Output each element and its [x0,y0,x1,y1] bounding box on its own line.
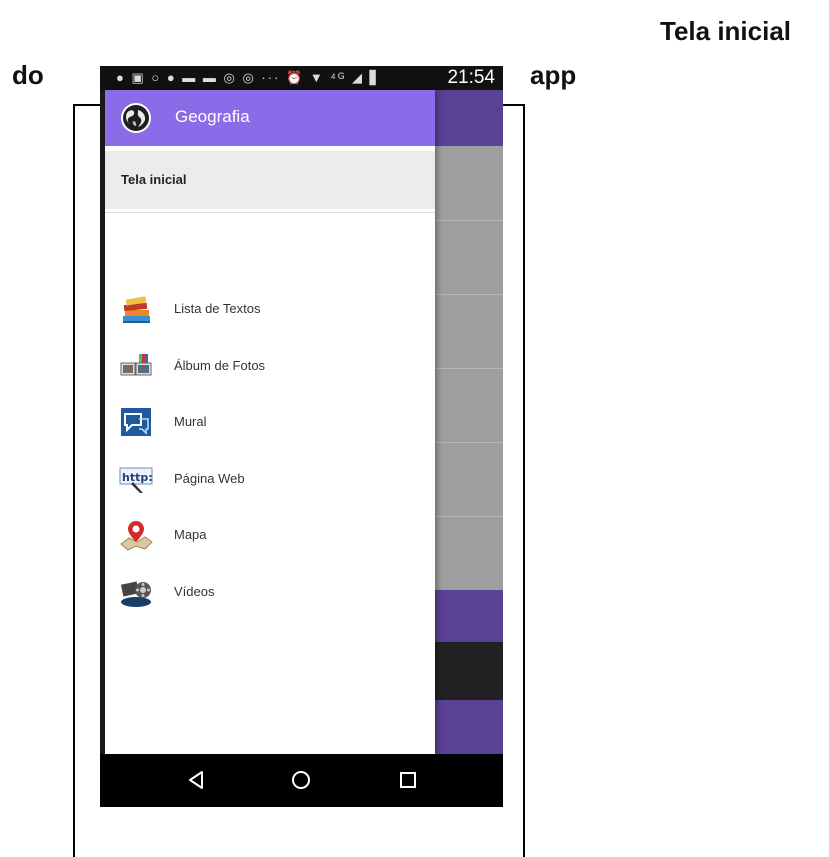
android-navigation-bar [100,754,503,807]
home-icon[interactable] [283,762,319,798]
mural-chat-icon [121,408,151,436]
menu-item-label: Mural [174,414,207,429]
background-list-divider [435,368,503,369]
frame-line-right-top [503,104,525,106]
menu-item-label: Álbum de Fotos [174,358,266,373]
background-list-divider [435,294,503,295]
caption-do: do [12,60,44,90]
photo-album-icon [120,354,152,376]
background-list-divider [435,442,503,443]
menu-item-mural[interactable]: Mural [105,399,435,447]
notification-icons: ● ▣ ○ ● ▬ ▬ ◎ ◎ ··· ⏰ ▼ ⁴ᴳ ◢ ▋ [116,70,382,85]
menu-item-videos[interactable]: Vídeos [105,569,435,617]
frame-line-right [523,104,525,857]
menu-item-pagina-web[interactable]: http: Página Web [105,456,435,504]
back-icon[interactable] [178,762,214,798]
menu-item-tela-inicial[interactable]: Tela inicial [105,151,435,209]
menu-item-lista-de-textos[interactable]: Lista de Textos [105,286,435,334]
frame-line-left-top [73,104,100,106]
svg-text:http:: http: [122,471,153,484]
background-dark-band [435,642,503,700]
menu-item-label: Lista de Textos [174,301,261,316]
frame-line-left [73,104,75,857]
phone-screen: ● ▣ ○ ● ▬ ▬ ◎ ◎ ··· ⏰ ▼ ⁴ᴳ ◢ ▋ 21:54 Geo… [100,66,503,807]
status-time: 21:54 [447,67,495,88]
menu-item-label: Tela inicial [121,172,187,187]
globe-icon [121,103,151,133]
film-reel-icon [120,581,151,607]
menu-item-mapa[interactable]: Mapa [105,512,435,560]
background-list-divider [435,220,503,221]
recents-icon[interactable] [390,762,426,798]
navigation-drawer: Geografia Tela inicial Lista de Textos Á… [105,90,435,754]
caption-app: app [530,60,577,90]
drawer-header: Geografia [105,90,435,146]
menu-item-label: Mapa [174,527,207,542]
background-list-divider [435,516,503,517]
background-app-content[interactable] [435,90,503,754]
map-pin-icon [120,521,153,551]
background-purple-band [435,590,503,642]
caption-title: Tela inicial [660,16,792,46]
web-http-icon: http: [119,467,153,493]
drawer-divider [105,212,435,213]
background-app-toolbar [435,90,503,146]
books-icon [123,296,150,323]
background-purple-band [435,700,503,754]
status-bar: ● ▣ ○ ● ▬ ▬ ◎ ◎ ··· ⏰ ▼ ⁴ᴳ ◢ ▋ 21:54 [100,66,503,90]
menu-item-album-de-fotos[interactable]: Álbum de Fotos [105,343,435,391]
menu-item-label: Página Web [174,471,245,486]
menu-item-label: Vídeos [174,584,215,599]
app-title: Geografia [175,107,250,126]
